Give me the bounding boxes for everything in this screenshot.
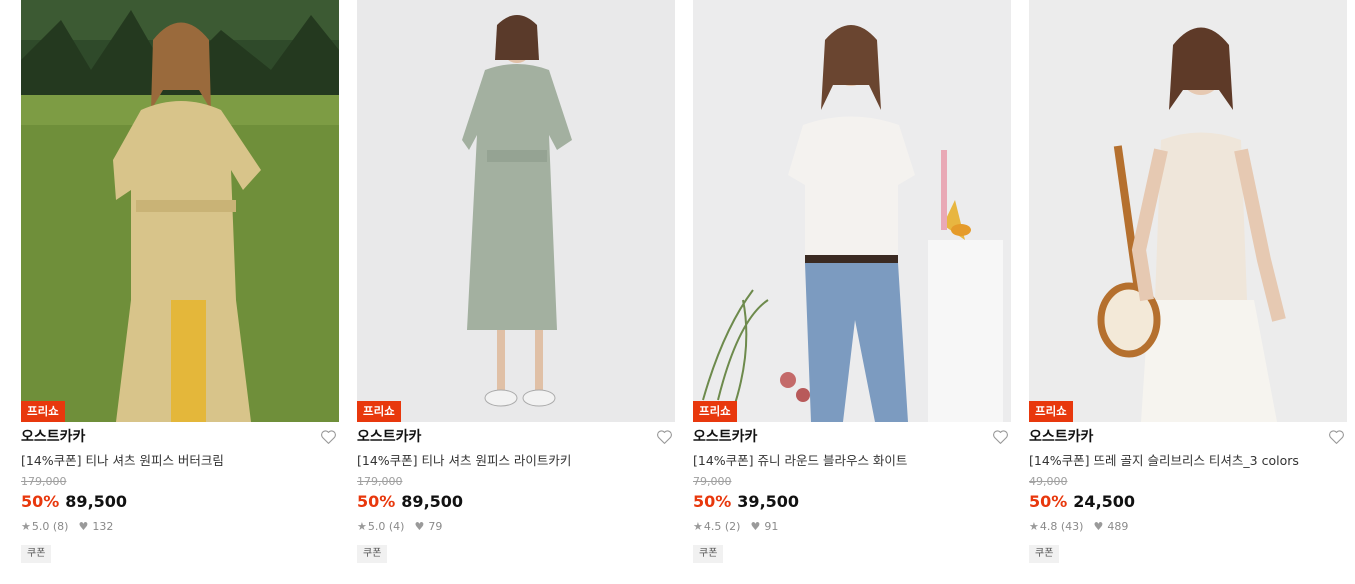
heart-outline-icon[interactable]	[1328, 429, 1345, 445]
brand-name[interactable]: 오스트카카	[1029, 426, 1347, 448]
like-count: 132	[92, 520, 114, 533]
star-icon: ★	[21, 520, 31, 533]
coupon-tag: 쿠폰	[357, 545, 388, 563]
heart-outline-icon[interactable]	[320, 429, 337, 445]
product-image[interactable]: 프리쇼	[357, 0, 675, 422]
discount-rate: 50%	[1029, 492, 1068, 511]
product-title[interactable]: [14%쿠폰] 티나 셔츠 원피스 버터크림	[21, 452, 339, 470]
original-price: 179,000	[21, 475, 67, 488]
product-card[interactable]: 프리쇼 오스트카카 [14%쿠폰] 티나 셔츠 원피스 라이트카키 179,00…	[357, 0, 675, 584]
heart-filled-icon: ♥	[414, 520, 425, 533]
like-count: 91	[764, 520, 779, 533]
original-price: 49,000	[1029, 475, 1068, 488]
brand-name[interactable]: 오스트카카	[21, 426, 339, 448]
coupon-tag: 쿠폰	[693, 545, 724, 563]
price-row: 50% 89,500	[357, 491, 675, 513]
product-image[interactable]: 프리쇼	[693, 0, 1011, 422]
product-card[interactable]: 프리쇼 오스트카카 [14%쿠폰] 쥬니 라운드 블라우스 화이트 79,000…	[693, 0, 1011, 584]
sale-price: 24,500	[1073, 492, 1136, 511]
price-row: 50% 24,500	[1029, 491, 1347, 513]
like-count: 79	[428, 520, 443, 533]
sale-price: 89,500	[401, 492, 464, 511]
rating-text: 4.5 (2)	[703, 520, 741, 533]
original-price: 79,000	[693, 475, 732, 488]
heart-filled-icon: ♥	[1093, 520, 1104, 533]
review-meta: ★ 5.0 (4) ♥ 79	[357, 519, 675, 535]
preshow-badge: 프리쇼	[693, 401, 737, 422]
rating-text: 4.8 (43)	[1039, 520, 1084, 533]
discount-rate: 50%	[21, 492, 60, 511]
star-icon: ★	[693, 520, 703, 533]
star-icon: ★	[1029, 520, 1039, 533]
coupon-tag: 쿠폰	[21, 545, 52, 563]
coupon-tag: 쿠폰	[1029, 545, 1060, 563]
product-image[interactable]: 프리쇼	[21, 0, 339, 422]
heart-outline-icon[interactable]	[992, 429, 1009, 445]
discount-rate: 50%	[693, 492, 732, 511]
review-meta: ★ 4.5 (2) ♥ 91	[693, 519, 1011, 535]
heart-outline-icon[interactable]	[656, 429, 673, 445]
product-image[interactable]: 프리쇼	[1029, 0, 1347, 422]
like-count: 489	[1107, 520, 1129, 533]
product-title[interactable]: [14%쿠폰] 뜨레 골지 슬리브리스 티셔츠_3 colors	[1029, 452, 1347, 470]
rating-text: 5.0 (4)	[367, 520, 405, 533]
sale-price: 39,500	[737, 492, 800, 511]
heart-filled-icon: ♥	[78, 520, 89, 533]
preshow-badge: 프리쇼	[357, 401, 401, 422]
product-title[interactable]: [14%쿠폰] 티나 셔츠 원피스 라이트카키	[357, 452, 675, 470]
brand-name[interactable]: 오스트카카	[357, 426, 675, 448]
product-title[interactable]: [14%쿠폰] 쥬니 라운드 블라우스 화이트	[693, 452, 1011, 470]
brand-name[interactable]: 오스트카카	[693, 426, 1011, 448]
product-grid: 프리쇼 오스트카카 [14%쿠폰] 티나 셔츠 원피스 버터크림 179,000…	[0, 0, 1355, 584]
review-meta: ★ 5.0 (8) ♥ 132	[21, 519, 339, 535]
price-row: 50% 89,500	[21, 491, 339, 513]
preshow-badge: 프리쇼	[1029, 401, 1073, 422]
price-row: 50% 39,500	[693, 491, 1011, 513]
product-card[interactable]: 프리쇼 오스트카카 [14%쿠폰] 뜨레 골지 슬리브리스 티셔츠_3 colo…	[1029, 0, 1347, 584]
preshow-badge: 프리쇼	[21, 401, 65, 422]
product-card[interactable]: 프리쇼 오스트카카 [14%쿠폰] 티나 셔츠 원피스 버터크림 179,000…	[21, 0, 339, 584]
star-icon: ★	[357, 520, 367, 533]
rating-text: 5.0 (8)	[31, 520, 69, 533]
sale-price: 89,500	[65, 492, 128, 511]
review-meta: ★ 4.8 (43) ♥ 489	[1029, 519, 1347, 535]
discount-rate: 50%	[357, 492, 396, 511]
heart-filled-icon: ♥	[750, 520, 761, 533]
original-price: 179,000	[357, 475, 403, 488]
